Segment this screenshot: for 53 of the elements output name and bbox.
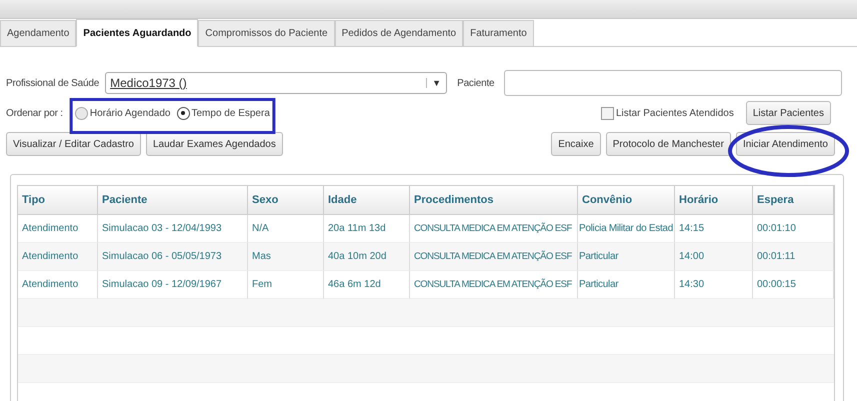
column-header: Idade <box>324 186 410 215</box>
tab[interactable]: Agendamento <box>0 20 76 46</box>
table-cell: CONSULTA MEDICA EM ATENÇÃO ESF <box>410 215 578 243</box>
table-cell: 14:00 <box>675 243 753 271</box>
field-label: Ordenar por : <box>6 108 63 118</box>
table-cell: CONSULTA MEDICA EM ATENÇÃO ESF <box>410 271 578 299</box>
table-cell: Atendimento <box>18 271 98 299</box>
table-cell: Policia Militar do Estad <box>578 215 675 243</box>
field-label: Paciente <box>457 78 494 88</box>
action-button[interactable]: Laudar Exames Agendados <box>146 132 283 156</box>
tab[interactable]: Pedidos de Agendamento <box>334 20 464 46</box>
table-cell: Mas <box>248 243 324 271</box>
professional-dropdown[interactable]: Medico1973 () ▼ <box>105 72 448 94</box>
action-button[interactable]: Visualizar / Editar Cadastro <box>6 132 141 156</box>
column-header: Sexo <box>248 186 324 215</box>
table-cell: 46a 6m 12d <box>324 271 410 299</box>
tab[interactable]: Pacientes Aguardando <box>76 19 198 47</box>
tab[interactable]: Faturamento <box>463 20 534 46</box>
table-cell: 00:01:11 <box>753 243 834 271</box>
table-cell: 14:15 <box>675 215 753 243</box>
list-attended-checkbox[interactable]: Listar Pacientes Atendidos <box>600 106 734 120</box>
table-cell: CONSULTA MEDICA EM ATENÇÃO ESF <box>410 243 578 271</box>
column-header: Convênio <box>578 186 675 215</box>
table-cell: Fem <box>248 271 324 299</box>
action-button[interactable]: Encaixe <box>551 132 601 156</box>
table-cell: Simulacao 06 - 05/05/1973 <box>98 243 248 271</box>
table-cell: Atendimento <box>18 243 98 271</box>
patient-field[interactable] <box>504 70 842 96</box>
sort-radio[interactable]: Horário Agendado <box>74 106 170 120</box>
column-header: Horário <box>675 186 753 215</box>
field-label: Profissional de Saúde <box>6 78 100 88</box>
sort-radio[interactable]: Tempo de Espera <box>176 106 270 120</box>
action-button[interactable]: Iniciar Atendimento <box>736 132 835 156</box>
table-cell: Particular <box>578 243 675 271</box>
table-cell: 00:01:10 <box>753 215 834 243</box>
table-cell: 00:00:15 <box>753 271 834 299</box>
radio-indicator[interactable] <box>176 106 190 120</box>
table-cell: Simulacao 09 - 12/09/1967 <box>98 271 248 299</box>
table-cell: N/A <box>248 215 324 243</box>
table-cell: 20a 11m 13d <box>324 215 410 243</box>
action-button[interactable]: Protocolo de Manchester <box>606 132 731 156</box>
radio-indicator[interactable] <box>74 106 88 120</box>
table-cell: Atendimento <box>18 215 98 243</box>
column-header: Procedimentos <box>410 186 578 215</box>
column-header: Espera <box>753 186 834 215</box>
tab[interactable]: Compromissos do Paciente <box>198 20 335 46</box>
column-header: Paciente <box>98 186 248 215</box>
table-cell: Simulacao 03 - 12/04/1993 <box>98 215 248 243</box>
column-header: Tipo <box>18 186 98 215</box>
list-patients-button[interactable]: Listar Pacientes <box>746 101 831 125</box>
table-cell: Particular <box>578 271 675 299</box>
table-cell: 14:30 <box>675 271 753 299</box>
table-cell: 40a 10m 20d <box>324 243 410 271</box>
